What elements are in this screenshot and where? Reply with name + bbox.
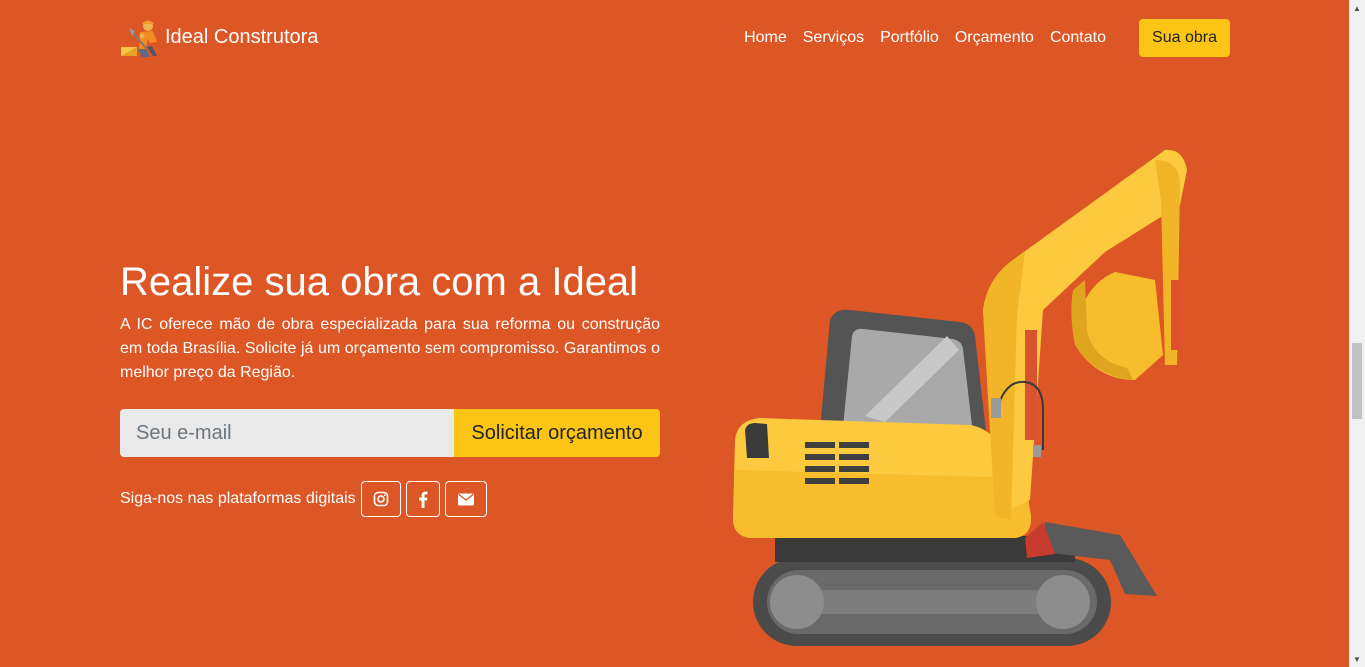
main-nav: Home Serviços Portfólio Orçamento Contat… [744,29,1106,47]
social-section: Siga-nos nas plataformas digitais [120,481,492,517]
nav-home[interactable]: Home [744,29,787,47]
nav-servicos[interactable]: Serviços [803,29,864,47]
hero-description: A IC oferece mão de obra especializada p… [120,316,660,381]
hero-title: Realize sua obra com a Ideal [120,260,639,304]
excavator-illustration [733,149,1187,646]
vertical-scrollbar[interactable]: ▲ ▼ [1349,0,1365,667]
instagram-icon [373,491,388,507]
nav-orcamento[interactable]: Orçamento [955,29,1034,47]
quote-form: Solicitar orçamento [120,409,660,457]
nav-contato[interactable]: Contato [1050,29,1106,47]
email-button[interactable] [444,481,487,517]
instagram-button[interactable] [360,481,401,517]
scroll-down-arrow-icon[interactable]: ▼ [1349,651,1365,667]
social-label: Siga-nos nas plataformas digitais [120,490,356,507]
construction-worker-icon [121,20,157,57]
request-quote-button[interactable]: Solicitar orçamento [454,409,660,457]
sua-obra-button[interactable]: Sua obra [1139,19,1230,57]
facebook-icon [418,491,428,508]
envelope-icon [457,493,474,505]
brand-link[interactable]: Ideal Construtora [120,18,318,58]
email-input[interactable] [120,409,454,457]
facebook-button[interactable] [405,481,440,517]
page: Ideal Construtora Home Serviços Portfóli… [0,0,1349,667]
brand-name: Ideal Construtora [165,25,319,48]
scroll-up-arrow-icon[interactable]: ▲ [1349,0,1365,16]
scrollbar-thumb[interactable] [1352,343,1362,419]
nav-portfolio[interactable]: Portfólio [880,29,939,47]
